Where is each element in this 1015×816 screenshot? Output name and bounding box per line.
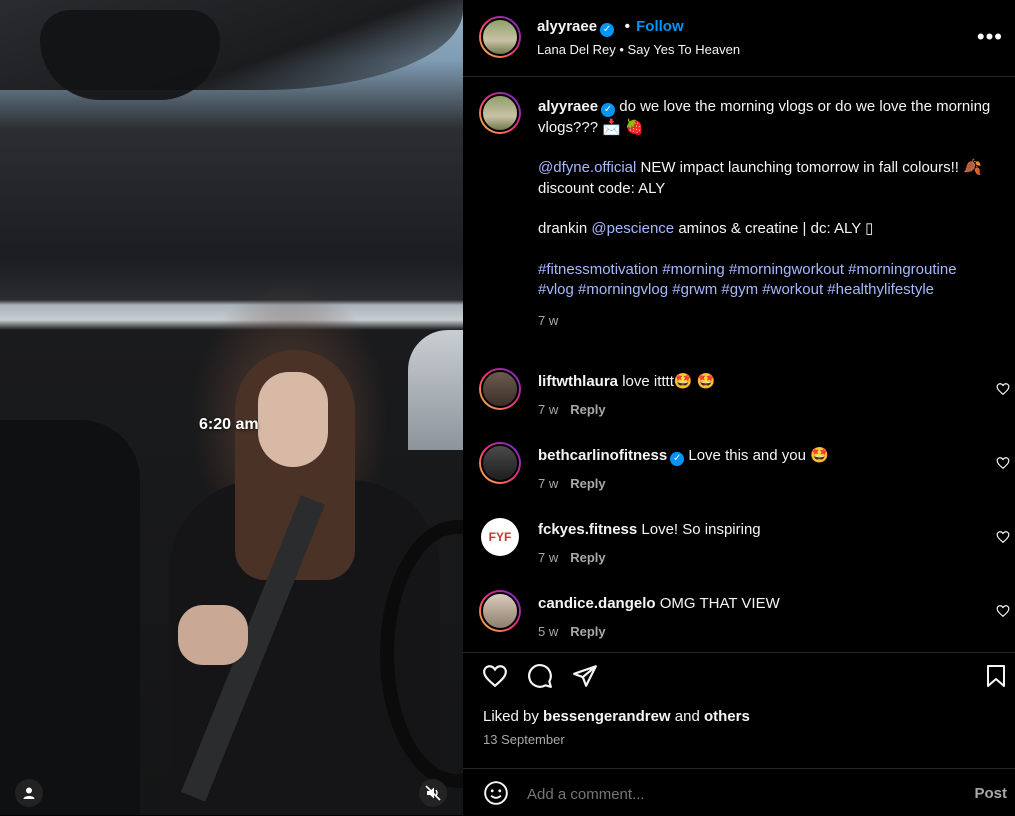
commenter-username[interactable]: candice.dangelo: [538, 595, 656, 612]
comment-text: Love! So inspiring: [641, 521, 761, 538]
like-comment-icon[interactable]: [996, 382, 1010, 396]
comment-input[interactable]: [525, 781, 929, 807]
caption: alyyraee ✓ do we love the morning vlogs o…: [538, 97, 993, 328]
likes-prefix: Liked by: [483, 708, 544, 725]
liker-username[interactable]: bessengerandrew: [543, 708, 671, 725]
comment-item: liftwthlaura love itttt🤩 🤩 7 w Reply: [463, 368, 1015, 428]
more-options-icon[interactable]: •••: [977, 24, 1003, 50]
comment-age: 7 w: [538, 550, 559, 565]
comment-age: 5 w: [538, 624, 559, 639]
avatar-logo-text: FYF: [488, 530, 512, 544]
mute-button[interactable]: [419, 779, 447, 807]
follow-button[interactable]: Follow: [636, 18, 684, 35]
person-hand: [178, 605, 248, 665]
separator-dot: •: [624, 18, 631, 35]
person-face: [258, 372, 328, 467]
like-comment-icon[interactable]: [996, 456, 1010, 470]
commenter-username[interactable]: liftwthlaura: [538, 373, 618, 390]
commenter-avatar[interactable]: [479, 442, 521, 484]
comment-item: FYF fckyes.fitness Love! So inspiring 7 …: [463, 516, 1015, 576]
like-comment-icon[interactable]: [996, 530, 1010, 544]
commenter-avatar[interactable]: [479, 590, 521, 632]
reply-button[interactable]: Reply: [570, 624, 605, 639]
likes-mid: and: [670, 708, 704, 725]
commenter-username[interactable]: fckyes.fitness: [538, 521, 637, 538]
comment-age: 7 w: [538, 476, 559, 491]
post-header: alyyraee ✓ • Follow Lana Del Rey • Say Yes…: [463, 0, 1015, 77]
car-seat: [0, 420, 140, 815]
comment-box: Post: [463, 768, 1015, 816]
save-bookmark-icon[interactable]: [984, 663, 1008, 689]
comment-text: love itttt🤩 🤩: [622, 373, 716, 390]
post-panel: alyyraee ✓ • Follow Lana Del Rey • Say Yes…: [463, 0, 1015, 815]
post-comment-button[interactable]: Post: [974, 785, 1007, 802]
like-heart-icon[interactable]: [482, 663, 508, 689]
reply-button[interactable]: Reply: [570, 476, 605, 491]
muted-speaker-icon: [425, 785, 441, 801]
comment-text: OMG THAT VIEW: [659, 595, 780, 612]
mention-link[interactable]: @pescience: [591, 220, 674, 237]
author-username[interactable]: alyyraee: [537, 18, 597, 35]
user-icon: [23, 787, 35, 799]
verified-badge-icon: ✓: [601, 103, 616, 117]
commenter-avatar[interactable]: FYF: [481, 518, 519, 556]
verified-badge-icon: ✓: [600, 23, 615, 37]
commenter-username[interactable]: bethcarlinofitness: [538, 447, 667, 464]
mention-link[interactable]: @dfyne.official: [538, 159, 636, 176]
share-paper-plane-icon[interactable]: [572, 663, 598, 689]
video-player[interactable]: 6:20 am: [0, 0, 463, 815]
comment-text: Love this and you 🤩: [688, 447, 829, 464]
car-window: [408, 330, 463, 450]
caption-username[interactable]: alyyraee: [538, 98, 598, 115]
hashtags[interactable]: #fitnessmotivation #morning #morningwork…: [538, 260, 993, 301]
comment-age: 7 w: [538, 402, 559, 417]
caption-avatar[interactable]: [479, 92, 521, 134]
author-avatar[interactable]: [479, 16, 521, 58]
reply-button[interactable]: Reply: [570, 550, 605, 565]
comment-item: bethcarlinofitness ✓ Love this and you 🤩 …: [463, 442, 1015, 502]
divider: [463, 652, 1015, 653]
tagged-users-button[interactable]: [15, 779, 43, 807]
reply-button[interactable]: Reply: [570, 402, 605, 417]
comment-item: candice.dangelo OMG THAT VIEW 5 w Reply: [463, 590, 1015, 650]
caption-line: drankin: [538, 220, 592, 237]
caption-age: 7 w: [538, 312, 559, 328]
audio-track-link[interactable]: Lana Del Rey • Say Yes To Heaven: [537, 42, 740, 57]
rearview-mirror: [40, 10, 220, 100]
likes-summary: Liked by bessengerandrew and others: [483, 708, 750, 725]
video-overlay-time: 6:20 am: [199, 416, 259, 433]
caption-line: aminos & creatine | dc: ALY ▯: [674, 220, 874, 237]
like-comment-icon[interactable]: [996, 604, 1010, 618]
comment-bubble-icon[interactable]: [527, 663, 553, 689]
likes-others-link[interactable]: others: [704, 708, 750, 725]
verified-badge-icon: ✓: [670, 452, 685, 466]
post-date: 13 September: [483, 732, 565, 747]
commenter-avatar[interactable]: [479, 368, 521, 410]
emoji-icon[interactable]: [483, 780, 509, 806]
